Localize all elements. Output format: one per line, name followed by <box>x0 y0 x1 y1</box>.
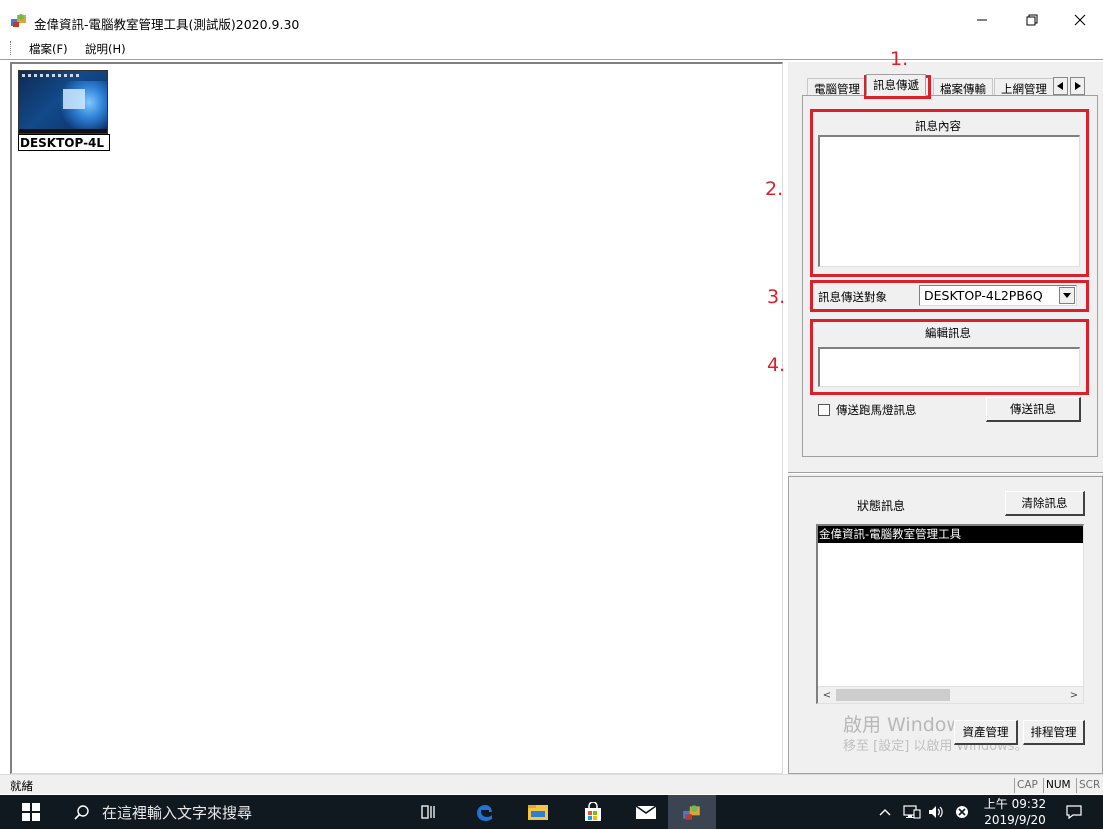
window-title: 金偉資訊-電腦教室管理工具(測試版)2020.9.30 <box>34 17 300 32</box>
taskbar: 在這裡輸入文字來搜尋 上午 09:32 2019/9/20 <box>0 795 1103 829</box>
num-indicator: NUM <box>1043 778 1073 793</box>
triangle-left-icon <box>1057 82 1063 90</box>
taskbar-search-placeholder: 在這裡輸入文字來搜尋 <box>102 803 253 822</box>
callout-number-4: 4. <box>767 354 786 376</box>
volume-icon[interactable] <box>928 795 946 829</box>
status-ready-text: 就緒 <box>10 779 33 793</box>
chevron-right-icon[interactable]: > <box>1067 688 1081 702</box>
classroom-tool-icon <box>683 805 700 820</box>
search-icon <box>74 805 89 820</box>
title-bar: 金偉資訊-電腦教室管理工具(測試版)2020.9.30 <box>0 0 1103 36</box>
restore-button[interactable] <box>1012 6 1052 34</box>
triangle-right-icon <box>1075 82 1081 90</box>
minimize-button[interactable] <box>962 6 1002 34</box>
caps-indicator: CAP <box>1014 778 1040 793</box>
status-title: 狀態訊息 <box>857 499 906 513</box>
tab-scroll-left-button[interactable] <box>1053 77 1068 95</box>
tray-expand-icon[interactable] <box>878 795 892 829</box>
computer-view[interactable]: DESKTOP-4L <box>10 62 783 774</box>
section-divider <box>788 472 1103 474</box>
marquee-checkbox-row[interactable]: 傳送跑馬燈訊息 <box>818 402 917 418</box>
minimize-icon <box>977 19 987 21</box>
callout-number-2: 2. <box>765 178 784 200</box>
schedule-management-button[interactable]: 排程管理 <box>1023 720 1085 745</box>
tab-scroll-right-button[interactable] <box>1070 77 1085 95</box>
taskbar-clock[interactable]: 上午 09:32 2019/9/20 <box>978 796 1052 828</box>
tab-computer-management[interactable]: 電腦管理 <box>807 78 867 96</box>
clock-date: 2019/9/20 <box>984 813 1046 827</box>
clock-time: 上午 09:32 <box>983 797 1047 811</box>
restore-icon <box>1026 14 1038 26</box>
menu-bar: 檔案(F) 說明(H) <box>0 38 1103 58</box>
taskbar-active-app[interactable] <box>668 795 716 829</box>
horizontal-scrollbar[interactable]: < > <box>818 686 1083 703</box>
callout-number-3: 3. <box>767 286 786 308</box>
taskbar-search-box[interactable]: 在這裡輸入文字來搜尋 <box>62 795 402 829</box>
menu-help[interactable]: 說明(H) <box>83 41 128 57</box>
store-icon[interactable] <box>581 800 605 824</box>
clear-messages-button[interactable]: 清除訊息 <box>1005 491 1085 516</box>
asset-management-button[interactable]: 資產管理 <box>954 720 1018 745</box>
status-log-line: 金偉資訊-電腦教室管理工具 <box>818 526 1083 543</box>
close-icon <box>1074 14 1086 26</box>
marquee-checkbox-label: 傳送跑馬燈訊息 <box>836 403 917 417</box>
menu-divider <box>0 59 1103 60</box>
mail-icon[interactable] <box>634 800 658 824</box>
scroll-indicator: SCR <box>1076 778 1102 793</box>
desktop-thumbnail <box>18 70 108 134</box>
action-center-icon[interactable] <box>1066 795 1082 829</box>
callout-number-1: 1. <box>890 48 909 70</box>
menu-file[interactable]: 檔案(F) <box>27 41 70 57</box>
computer-label: DESKTOP-4L <box>18 134 110 151</box>
tab-file-transfer[interactable]: 檔案傳輸 <box>933 78 993 96</box>
right-panel: 電腦管理 訊息傳遞 檔案傳輸 上網管理 訊息內容 訊息傳送對象 DESKTOP-… <box>788 62 1103 774</box>
computer-tile[interactable]: DESKTOP-4L <box>18 70 110 151</box>
tab-strip: 電腦管理 訊息傳遞 檔案傳輸 上網管理 <box>802 72 1102 96</box>
status-bar: 就緒 CAP NUM SCR <box>0 774 1103 794</box>
status-log[interactable]: 金偉資訊-電腦教室管理工具 < > <box>816 524 1084 704</box>
scrollbar-thumb[interactable] <box>836 689 950 701</box>
windows-start-icon[interactable] <box>22 803 40 821</box>
notification-blocked-icon[interactable] <box>955 795 969 829</box>
send-message-button[interactable]: 傳送訊息 <box>986 397 1081 422</box>
tab-message[interactable]: 訊息傳遞 <box>866 74 926 96</box>
activation-watermark-title: 啟用 Windows <box>843 714 972 736</box>
app-icon <box>11 14 26 27</box>
callout-box-3 <box>810 280 1089 312</box>
task-view-icon[interactable] <box>417 800 441 824</box>
callout-box-2 <box>810 109 1089 277</box>
chevron-left-icon[interactable]: < <box>820 688 834 702</box>
callout-box-4 <box>810 319 1089 395</box>
edge-browser-icon[interactable] <box>472 800 496 824</box>
network-icon[interactable] <box>903 795 921 829</box>
marquee-checkbox[interactable] <box>818 404 830 416</box>
menu-grip <box>10 41 12 55</box>
file-explorer-icon[interactable] <box>526 800 550 824</box>
tab-internet-management[interactable]: 上網管理 <box>994 78 1054 96</box>
close-button[interactable] <box>1060 6 1100 34</box>
